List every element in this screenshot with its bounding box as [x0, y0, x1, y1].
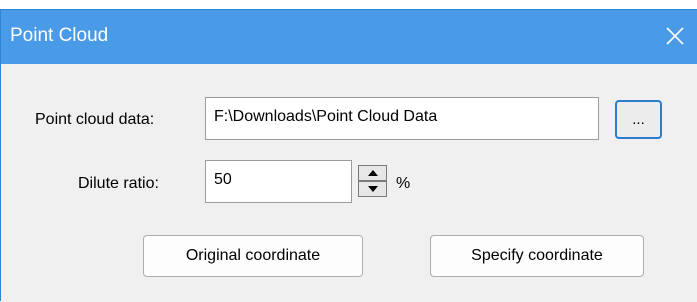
browse-button[interactable]: ...	[615, 100, 662, 139]
spin-up-button[interactable]	[358, 165, 387, 181]
original-coordinate-button[interactable]: Original coordinate	[143, 235, 363, 277]
spin-down-button[interactable]	[358, 181, 387, 197]
point-cloud-data-input[interactable]	[205, 97, 599, 140]
dilute-ratio-input[interactable]	[205, 160, 352, 203]
dilute-ratio-spinner	[358, 165, 387, 197]
point-cloud-data-label: Point cloud data:	[35, 111, 155, 128]
point-cloud-dialog: Point Cloud Point cloud data: ... Dilute…	[0, 9, 697, 302]
triangle-up-icon	[368, 170, 378, 176]
specify-coordinate-button[interactable]: Specify coordinate	[430, 235, 644, 277]
dialog-body: Point cloud data: ... Dilute ratio: % Or…	[1, 64, 697, 302]
dilute-ratio-label: Dilute ratio:	[78, 175, 159, 192]
percent-unit: %	[396, 175, 411, 192]
title-bar[interactable]: Point Cloud	[1, 10, 697, 64]
triangle-down-icon	[368, 186, 378, 192]
close-icon	[666, 27, 684, 45]
window-title: Point Cloud	[10, 25, 109, 46]
close-button[interactable]	[661, 22, 689, 50]
